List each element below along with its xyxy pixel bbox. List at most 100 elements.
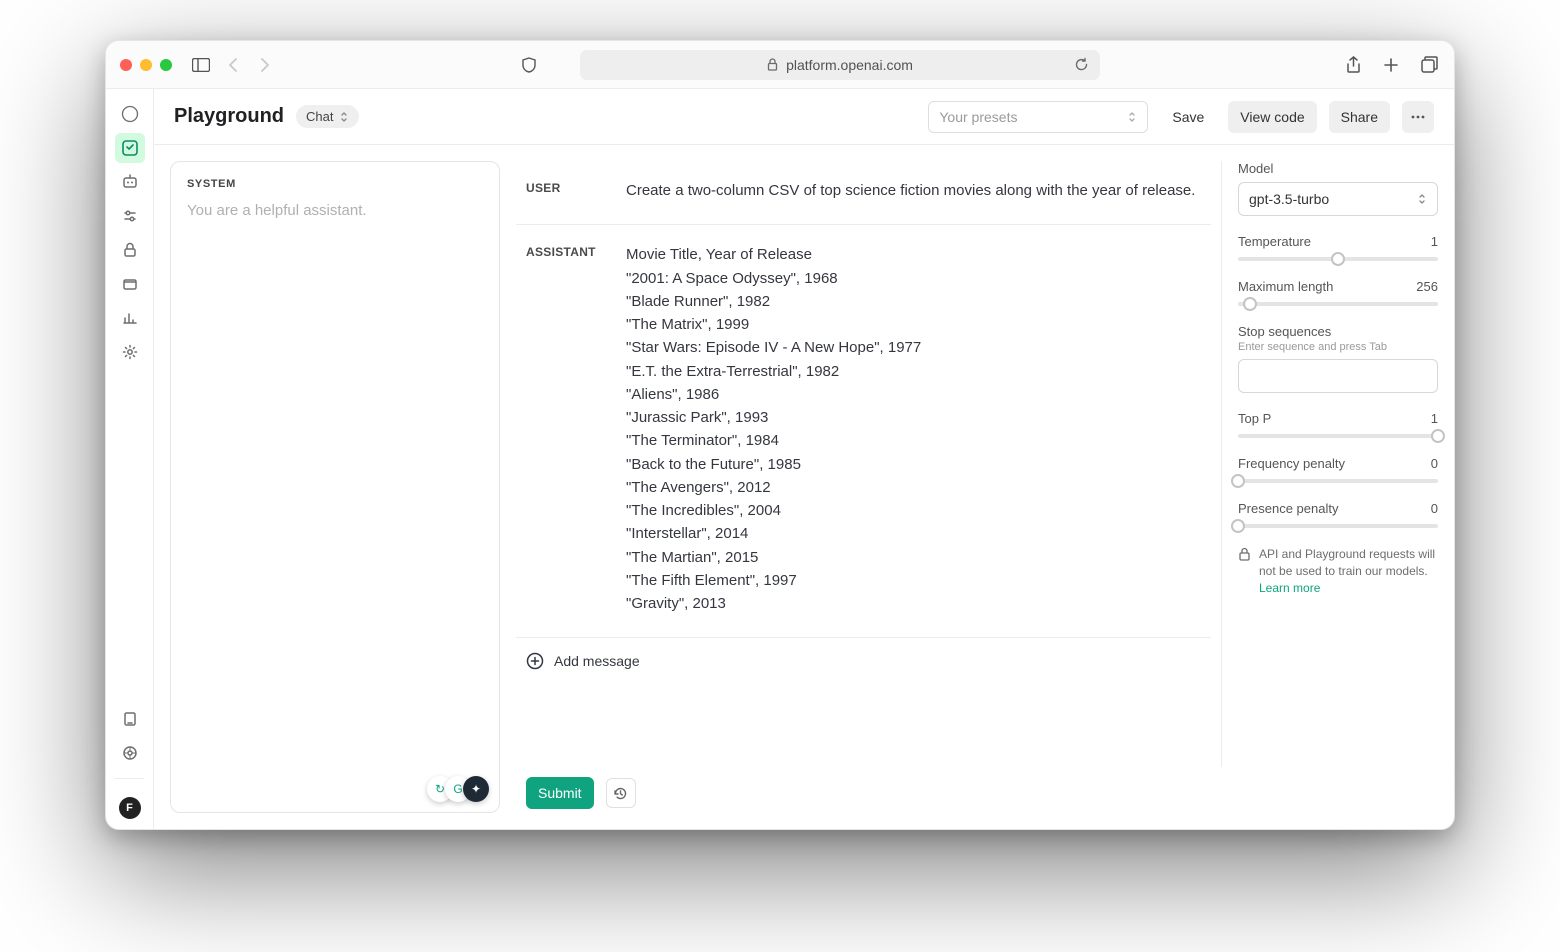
maxlen-label: Maximum length xyxy=(1238,279,1333,294)
slider-thumb[interactable] xyxy=(1431,429,1445,443)
tabs-overview-icon[interactable] xyxy=(1418,54,1440,76)
nav-back-icon[interactable] xyxy=(222,54,244,76)
app-body: F Playground Chat Your presets Save View… xyxy=(106,89,1454,829)
message-role: USER xyxy=(526,179,606,202)
model-value: gpt-3.5-turbo xyxy=(1249,191,1329,207)
stop-input[interactable] xyxy=(1238,359,1438,393)
main-area: Playground Chat Your presets Save View c… xyxy=(154,89,1454,829)
traffic-lights xyxy=(120,59,172,71)
message-role: ASSISTANT xyxy=(526,243,606,615)
mode-selector[interactable]: Chat xyxy=(296,105,359,128)
preset-placeholder: Your presets xyxy=(939,109,1017,125)
nav-docs-icon[interactable] xyxy=(115,704,145,734)
temperature-value: 1 xyxy=(1431,234,1438,249)
topp-label: Top P xyxy=(1238,411,1271,426)
system-input[interactable]: You are a helpful assistant. xyxy=(187,202,483,219)
nav-files-icon[interactable] xyxy=(115,269,145,299)
browser-window: platform.openai.com xyxy=(105,40,1455,830)
shield-icon[interactable] xyxy=(518,54,540,76)
model-select[interactable]: gpt-3.5-turbo xyxy=(1238,182,1438,216)
url-bar[interactable]: platform.openai.com xyxy=(580,50,1100,80)
nav-forward-icon[interactable] xyxy=(254,54,276,76)
topp-slider[interactable] xyxy=(1238,434,1438,438)
save-button[interactable]: Save xyxy=(1160,101,1216,133)
left-rail: F xyxy=(106,89,154,829)
view-code-button[interactable]: View code xyxy=(1228,101,1316,133)
new-tab-icon[interactable] xyxy=(1380,54,1402,76)
nav-assistants-icon[interactable] xyxy=(115,167,145,197)
sidebar-toggle-icon[interactable] xyxy=(190,54,212,76)
slider-thumb[interactable] xyxy=(1231,474,1245,488)
stop-label: Stop sequences xyxy=(1238,324,1438,339)
presence-label: Presence penalty xyxy=(1238,501,1338,516)
topp-value: 1 xyxy=(1431,411,1438,426)
stop-section: Stop sequences Enter sequence and press … xyxy=(1238,324,1438,393)
slider-thumb[interactable] xyxy=(1331,252,1345,266)
frequency-slider[interactable] xyxy=(1238,479,1438,483)
preset-select[interactable]: Your presets xyxy=(928,101,1148,133)
maxlen-section: Maximum length 256 xyxy=(1238,279,1438,306)
presence-value: 0 xyxy=(1431,501,1438,516)
lock-icon xyxy=(767,58,778,71)
temperature-label: Temperature xyxy=(1238,234,1311,249)
nav-usage-icon[interactable] xyxy=(115,303,145,333)
workspace: SYSTEM You are a helpful assistant. ↻ G … xyxy=(154,145,1454,829)
slider-thumb[interactable] xyxy=(1243,297,1257,311)
add-message-button[interactable]: Add message xyxy=(516,638,1211,684)
browser-chrome: platform.openai.com xyxy=(106,41,1454,89)
maximize-window-icon[interactable] xyxy=(160,59,172,71)
nav-settings-icon[interactable] xyxy=(115,337,145,367)
close-window-icon[interactable] xyxy=(120,59,132,71)
submit-row: Submit xyxy=(516,767,1222,813)
nav-help-icon[interactable] xyxy=(115,738,145,768)
topp-section: Top P 1 xyxy=(1238,411,1438,438)
system-panel: SYSTEM You are a helpful assistant. ↻ G … xyxy=(170,161,500,813)
plus-circle-icon xyxy=(526,652,544,670)
config-panel: Model gpt-3.5-turbo Temperature 1 xyxy=(1238,161,1438,813)
message-content[interactable]: Movie Title, Year of Release "2001: A Sp… xyxy=(626,243,1201,615)
chevron-updown-icon xyxy=(1127,111,1137,123)
share-button[interactable]: Share xyxy=(1329,101,1390,133)
history-icon xyxy=(613,786,628,801)
nav-finetune-icon[interactable] xyxy=(115,201,145,231)
system-label: SYSTEM xyxy=(187,178,483,190)
topbar: Playground Chat Your presets Save View c… xyxy=(154,89,1454,145)
floating-badges: ↻ G ✦ xyxy=(435,776,489,802)
history-button[interactable] xyxy=(606,778,636,808)
chat-panel: USER Create a two-column CSV of top scie… xyxy=(516,161,1222,813)
user-avatar[interactable]: F xyxy=(119,797,141,819)
frequency-label: Frequency penalty xyxy=(1238,456,1345,471)
badge-icon: ✦ xyxy=(463,776,489,802)
chat-scroll[interactable]: USER Create a two-column CSV of top scie… xyxy=(516,161,1222,767)
nav-api-keys-icon[interactable] xyxy=(115,235,145,265)
temperature-slider[interactable] xyxy=(1238,257,1438,261)
frequency-value: 0 xyxy=(1431,456,1438,471)
add-message-label: Add message xyxy=(554,653,640,669)
message-row: USER Create a two-column CSV of top scie… xyxy=(516,161,1211,225)
url-text: platform.openai.com xyxy=(786,57,913,73)
presence-slider[interactable] xyxy=(1238,524,1438,528)
maxlen-value: 256 xyxy=(1416,279,1438,294)
share-icon[interactable] xyxy=(1342,54,1364,76)
training-notice: API and Playground requests will not be … xyxy=(1238,546,1438,596)
slider-thumb[interactable] xyxy=(1231,519,1245,533)
submit-button[interactable]: Submit xyxy=(526,777,594,809)
message-content[interactable]: Create a two-column CSV of top science f… xyxy=(626,179,1201,202)
message-row: ASSISTANT Movie Title, Year of Release "… xyxy=(516,225,1211,638)
page-title: Playground xyxy=(174,105,284,128)
model-section: Model gpt-3.5-turbo xyxy=(1238,161,1438,216)
minimize-window-icon[interactable] xyxy=(140,59,152,71)
lock-icon xyxy=(1238,547,1251,561)
model-label: Model xyxy=(1238,161,1438,176)
openai-logo-icon[interactable] xyxy=(115,99,145,129)
nav-playground-icon[interactable] xyxy=(115,133,145,163)
more-button[interactable] xyxy=(1402,101,1434,133)
mode-label: Chat xyxy=(306,109,333,124)
stop-hint: Enter sequence and press Tab xyxy=(1238,341,1438,353)
maxlen-slider[interactable] xyxy=(1238,302,1438,306)
reload-icon[interactable] xyxy=(1070,54,1092,76)
chevron-updown-icon xyxy=(339,111,349,123)
learn-more-link[interactable]: Learn more xyxy=(1259,581,1320,595)
dots-icon xyxy=(1411,115,1425,119)
presence-section: Presence penalty 0 xyxy=(1238,501,1438,528)
